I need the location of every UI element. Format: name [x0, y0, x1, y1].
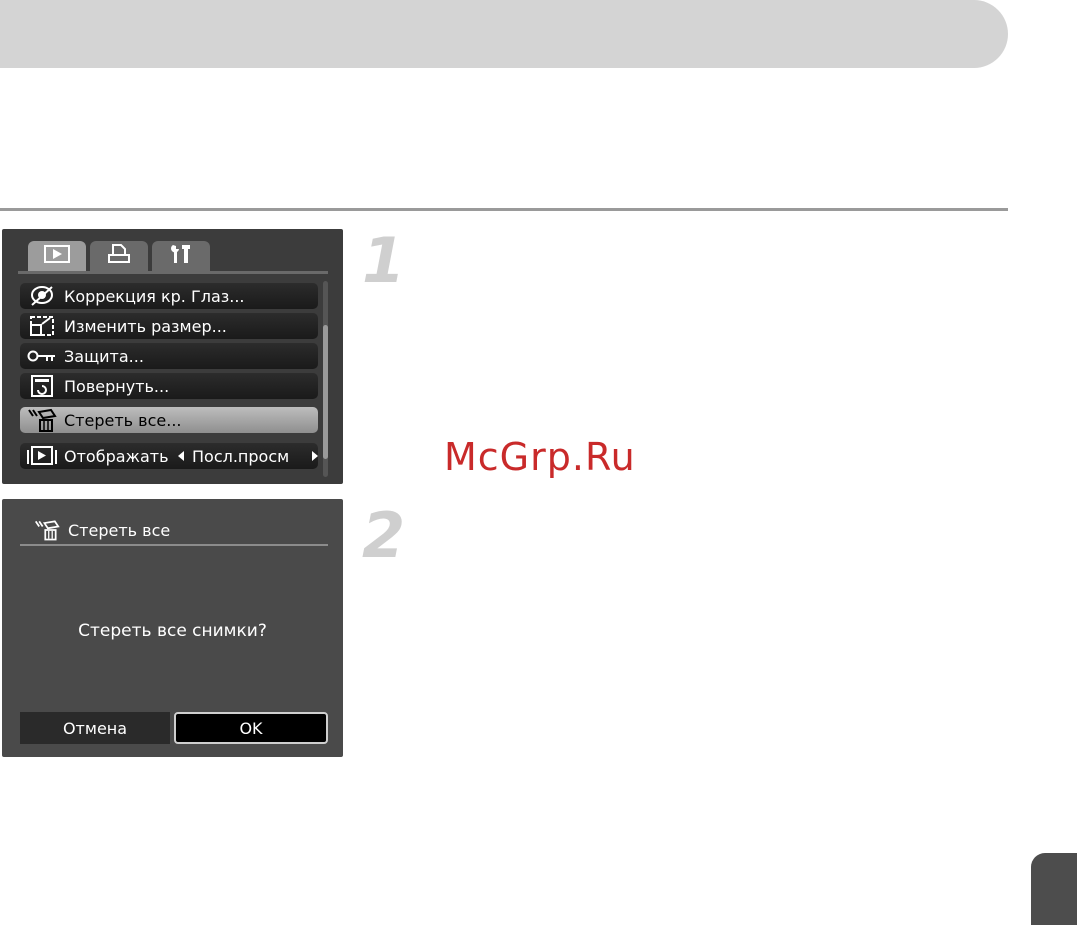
tab-playback[interactable]	[28, 241, 86, 271]
ok-button[interactable]: OK	[174, 712, 328, 744]
dialog-title-row: Стереть все	[32, 517, 170, 543]
rotate-icon	[20, 373, 64, 399]
section-divider	[0, 208, 1008, 211]
arrow-right-icon[interactable]	[312, 451, 318, 461]
dialog-title: Стереть все	[68, 520, 171, 540]
playback-icon	[44, 245, 70, 267]
menu-scroll-thumb[interactable]	[323, 325, 328, 459]
step-number-2: 2	[362, 499, 406, 572]
menu-item-label: Защита...	[64, 346, 144, 366]
menu-item-red-eye[interactable]: Коррекция кр. Глаз...	[20, 283, 318, 309]
display-icon	[20, 443, 64, 469]
menu-item-protect[interactable]: Защита...	[20, 343, 318, 369]
settings-icon	[168, 244, 194, 268]
menu-item-label: Отображать	[64, 446, 169, 466]
menu-scrollbar[interactable]	[323, 281, 328, 477]
red-eye-icon	[20, 283, 64, 309]
camera-dialog-screen: Стереть все Стереть все снимки? Отмена O…	[2, 499, 343, 757]
tab-underline	[18, 271, 328, 274]
print-icon	[107, 244, 131, 268]
menu-item-label: Повернуть...	[64, 376, 170, 396]
dialog-question: Стереть все снимки?	[78, 621, 267, 641]
watermark: McGrp.Ru	[444, 435, 636, 479]
tab-settings[interactable]	[152, 241, 210, 271]
cancel-button[interactable]: Отмена	[20, 712, 170, 744]
menu-item-rotate[interactable]: Повернуть...	[20, 373, 318, 399]
key-icon	[20, 343, 64, 369]
step-number-1: 1	[362, 224, 406, 297]
erase-all-icon	[32, 517, 62, 543]
section-header-bar	[0, 0, 1008, 68]
display-value-selector[interactable]: Посл.просм	[178, 446, 318, 466]
menu-item-label: Стереть все...	[64, 410, 182, 430]
menu-item-label: Изменить размер...	[64, 316, 227, 336]
menu-item-label: Коррекция кр. Глаз...	[64, 286, 245, 306]
menu-item-display[interactable]: Отображать Посл.просм	[20, 443, 318, 469]
display-value: Посл.просм	[192, 446, 290, 466]
camera-menu-screen: Коррекция кр. Глаз... Изменить размер...…	[2, 229, 343, 484]
tab-print[interactable]	[90, 241, 148, 271]
arrow-left-icon[interactable]	[178, 451, 184, 461]
resize-icon	[20, 313, 64, 339]
dialog-divider	[20, 544, 328, 546]
erase-all-icon	[20, 407, 64, 433]
menu-item-resize[interactable]: Изменить размер...	[20, 313, 318, 339]
menu-item-erase-all[interactable]: Стереть все...	[20, 407, 318, 433]
page-corner-tab	[1031, 853, 1077, 925]
